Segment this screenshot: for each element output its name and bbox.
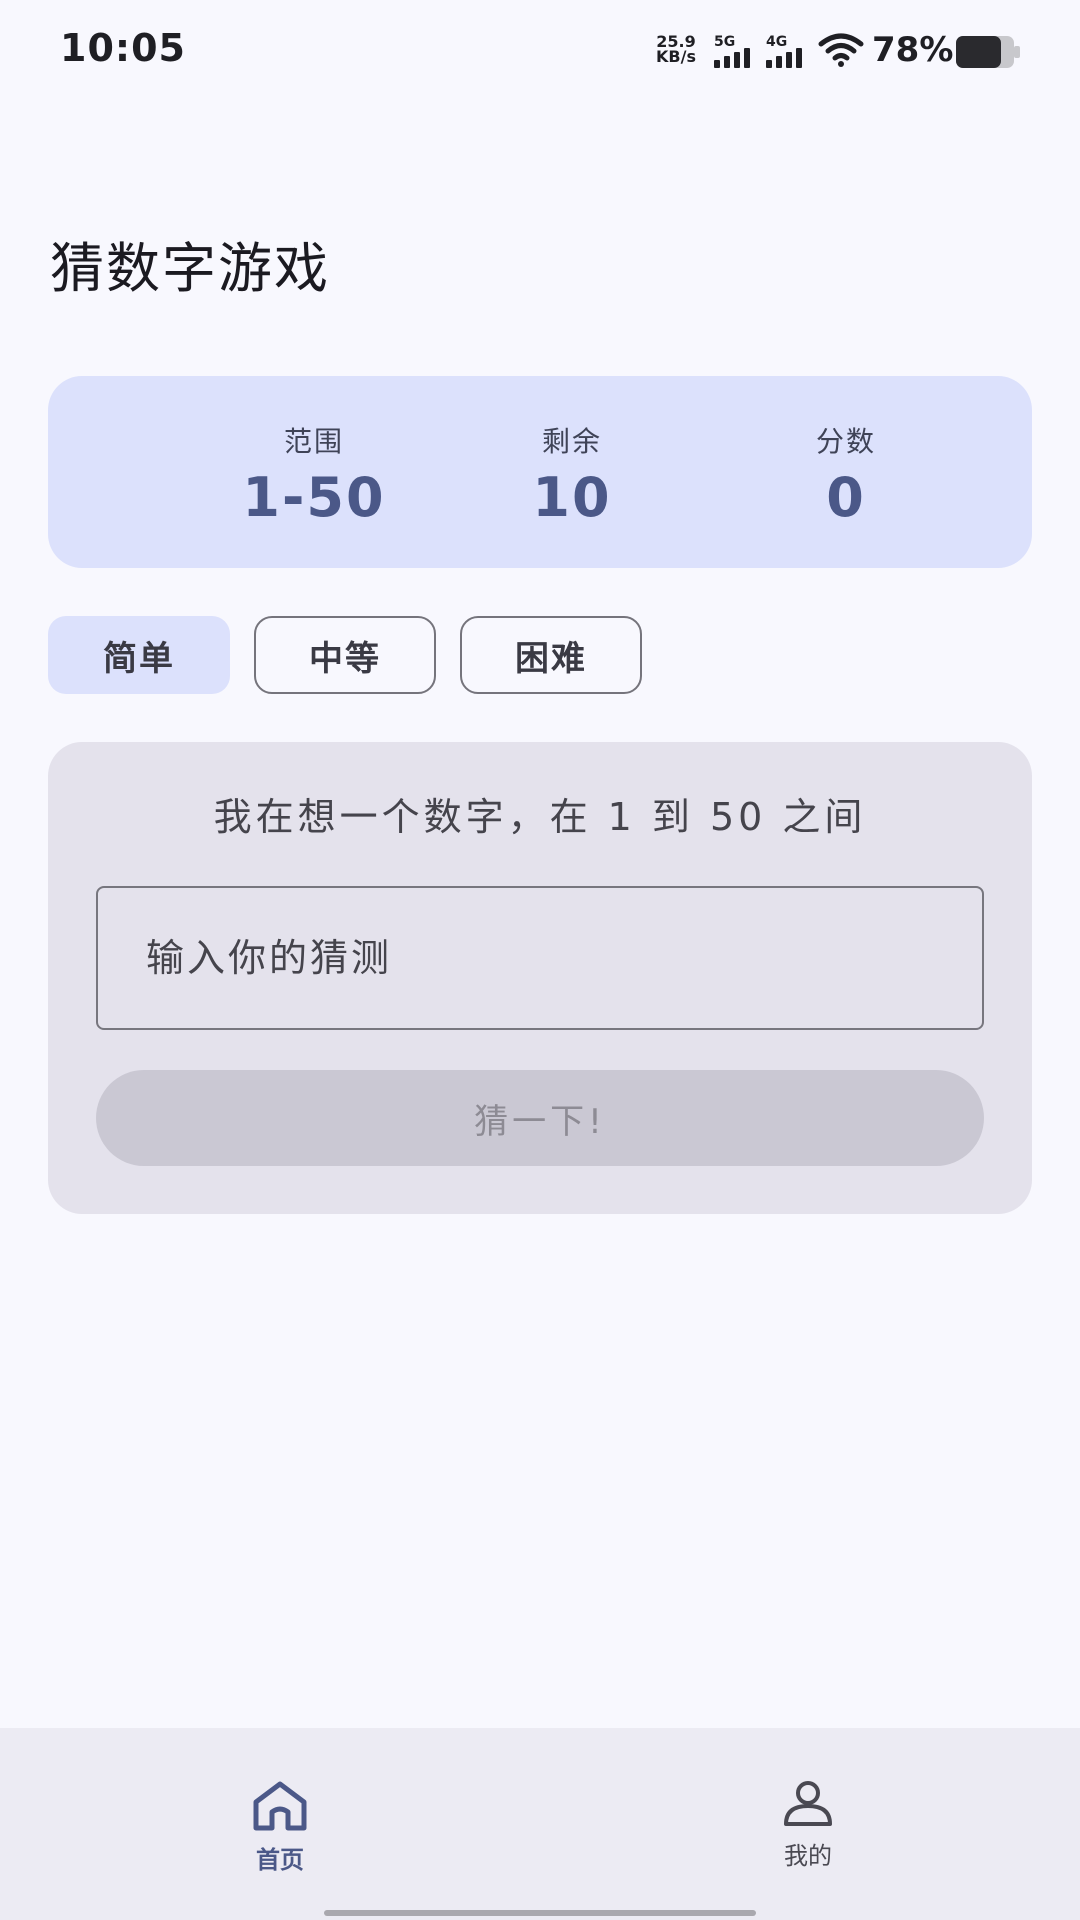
battery-icon: [956, 36, 1020, 68]
user-icon: [784, 1781, 832, 1826]
stat-score-label: 分数: [815, 425, 876, 458]
battery-percent: 78%: [872, 30, 954, 70]
cellular-4g-icon: 4G: [766, 34, 810, 68]
nav-mine-label: 我的: [784, 1842, 832, 1870]
network-speed: 25.9 KB/s: [652, 34, 700, 66]
difficulty-easy-chip[interactable]: 简单: [48, 616, 230, 694]
guess-input[interactable]: [96, 886, 984, 1030]
stat-score: 分数 0: [736, 420, 956, 529]
stat-range: 范围 1-50: [204, 420, 424, 529]
stats-card: 范围 1-50 剩余 10 分数 0: [48, 376, 1032, 568]
cellular-5g-icon: 5G: [714, 34, 758, 68]
status-time: 10:05: [60, 26, 186, 70]
nav-item-home[interactable]: 首页: [180, 1780, 380, 1875]
nav-home-label: 首页: [256, 1846, 304, 1874]
wifi-icon: [818, 33, 864, 67]
bottom-nav: 首页 我的: [0, 1728, 1080, 1920]
page-title: 猜数字游戏: [50, 237, 330, 300]
game-card: 我在想一个数字，在 1 到 50 之间 猜一下!: [48, 742, 1032, 1214]
app-screen: 10:05 25.9 KB/s 5G 4G 78% 猜数字游戏 范围 1-50 …: [0, 0, 1080, 1920]
network-speed-unit: KB/s: [656, 47, 696, 66]
home-indicator[interactable]: [324, 1910, 756, 1916]
stat-range-value: 1-50: [242, 466, 386, 529]
nav-item-mine[interactable]: 我的: [708, 1780, 908, 1871]
stat-remaining-value: 10: [532, 466, 612, 529]
guess-button[interactable]: 猜一下!: [96, 1070, 984, 1166]
stat-remaining: 剩余 10: [462, 420, 682, 529]
game-prompt: 我在想一个数字，在 1 到 50 之间: [213, 795, 867, 839]
status-bar: 10:05 25.9 KB/s 5G 4G 78%: [0, 0, 1080, 104]
home-icon: [253, 1781, 307, 1831]
difficulty-medium-chip[interactable]: 中等: [254, 616, 436, 694]
difficulty-hard-chip[interactable]: 困难: [460, 616, 642, 694]
stat-range-label: 范围: [283, 425, 344, 458]
stat-remaining-label: 剩余: [541, 425, 602, 458]
stat-score-value: 0: [826, 466, 866, 529]
